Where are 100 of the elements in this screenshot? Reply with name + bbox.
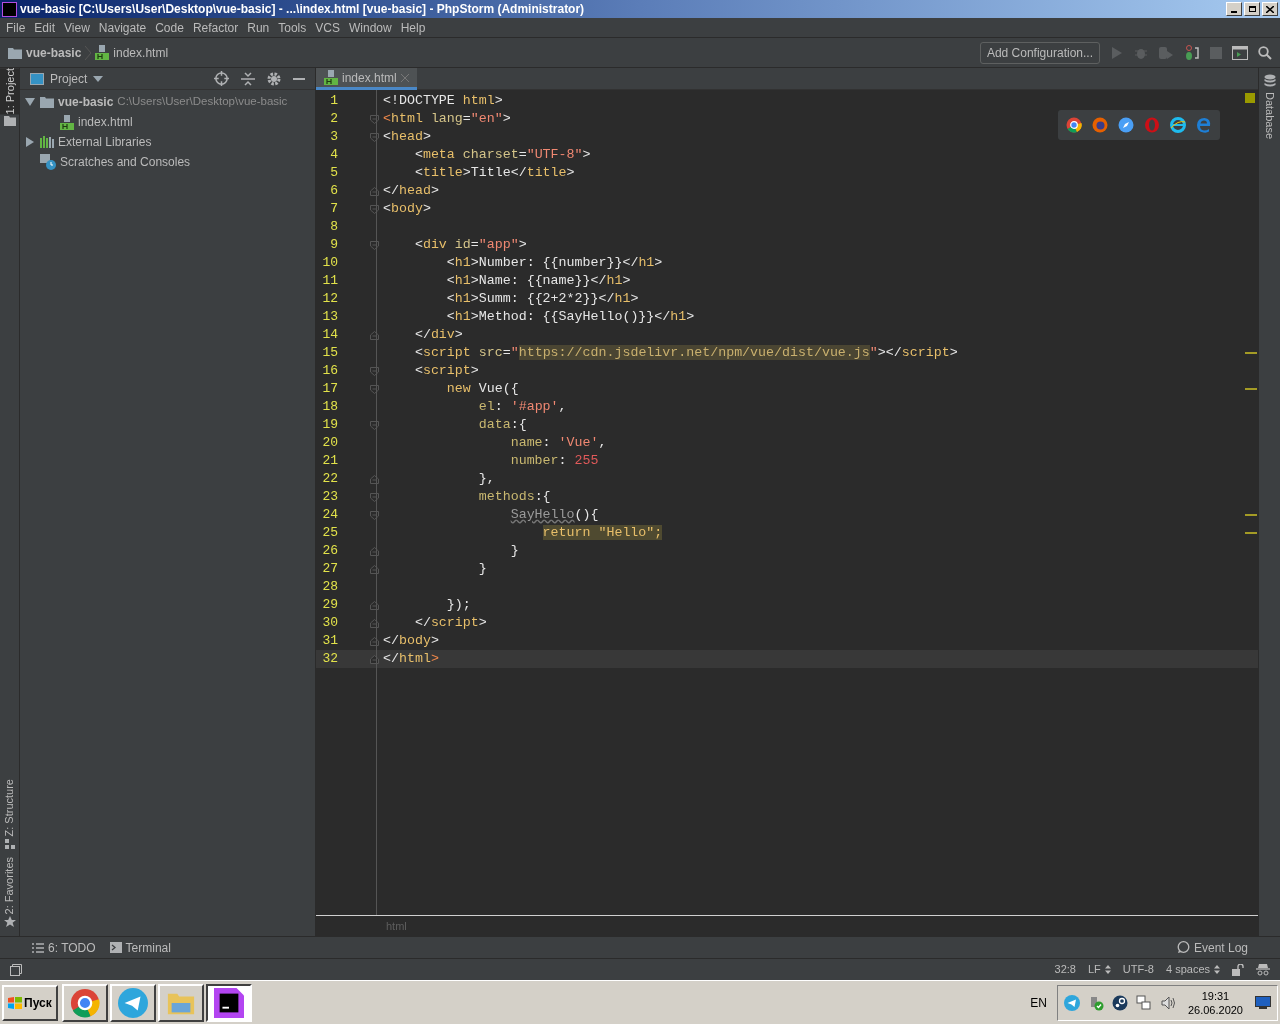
caret-position[interactable]: 32:8	[1054, 961, 1076, 978]
fold-icon[interactable]	[370, 330, 379, 340]
speaker-icon[interactable]	[1159, 994, 1176, 1011]
breadcrumb[interactable]: index.html	[113, 43, 169, 62]
taskbar-button[interactable]	[205, 983, 252, 1022]
up-down-icon[interactable]	[1214, 965, 1220, 974]
browser-icon[interactable]	[1170, 117, 1186, 133]
line-separator[interactable]: LF	[1087, 961, 1101, 978]
debug-listen-icon[interactable]	[1184, 44, 1200, 61]
menu-item[interactable]: File	[2, 18, 30, 37]
line-number: 27	[321, 560, 338, 579]
up-down-icon[interactable]	[1104, 965, 1111, 974]
line-number: 13	[321, 308, 338, 327]
fold-icon[interactable]	[370, 474, 379, 484]
menu-item[interactable]: VCS	[311, 18, 344, 37]
tool-window-tab[interactable]: 2: Favorites	[0, 856, 22, 914]
list-icon	[32, 942, 44, 953]
menu-item[interactable]: Run	[243, 18, 274, 37]
tree-item[interactable]: External Libraries	[58, 133, 152, 151]
minimize-icon[interactable]	[293, 77, 305, 80]
start-button[interactable]: Пуск	[2, 984, 58, 1021]
code-line: data:{	[477, 416, 527, 435]
code-line: <h1>Method: {{SayHello()}}</h1>	[445, 308, 695, 327]
fold-icon[interactable]	[370, 564, 379, 574]
tool-window-tab[interactable]: 1: Project	[0, 68, 20, 115]
line-number: 32	[321, 650, 338, 669]
network-icon[interactable]	[1135, 994, 1152, 1011]
run-icon[interactable]	[1110, 45, 1124, 60]
clock-date[interactable]: 26.06.2020	[1187, 1002, 1243, 1017]
restore-icon[interactable]	[1248, 6, 1256, 12]
fold-icon[interactable]	[370, 492, 379, 502]
menu-item[interactable]: View	[60, 18, 94, 37]
expand-arrow-icon[interactable]	[25, 97, 35, 107]
file-encoding[interactable]: UTF-8	[1122, 961, 1154, 978]
fold-icon[interactable]	[370, 204, 379, 214]
fold-icon[interactable]	[370, 654, 379, 664]
breadcrumb[interactable]: vue-basic	[26, 43, 82, 62]
browser-icon[interactable]	[1066, 117, 1082, 133]
minimize-button[interactable]	[1226, 2, 1242, 16]
line-number: 28	[321, 578, 338, 597]
fold-icon[interactable]	[370, 546, 379, 556]
code-line: </script>	[413, 614, 487, 633]
line-number: 24	[321, 506, 338, 525]
code-line: <div id="app">	[413, 236, 527, 255]
panel-toggle-icon[interactable]	[10, 963, 22, 976]
clock-time[interactable]: 19:31	[1201, 988, 1230, 1003]
menu-item[interactable]: Refactor	[188, 18, 243, 37]
paper-plane-icon[interactable]	[1063, 994, 1080, 1011]
menu-item[interactable]: Edit	[30, 18, 60, 37]
panel-title[interactable]: Project	[50, 69, 88, 88]
fold-icon[interactable]	[370, 132, 379, 142]
desktop-icon[interactable]	[1255, 995, 1271, 1010]
tree-item[interactable]: index.html	[78, 113, 133, 131]
search-icon[interactable]	[1258, 45, 1272, 60]
settings-icon[interactable]	[267, 71, 281, 86]
fold-icon[interactable]	[370, 384, 379, 394]
fold-icon[interactable]	[370, 186, 379, 196]
stop-icon[interactable]	[1210, 46, 1222, 59]
compass-icon[interactable]	[1118, 117, 1134, 133]
indent-setting[interactable]: 4 spaces	[1165, 961, 1210, 978]
fold-icon[interactable]	[370, 618, 379, 628]
window-icon	[30, 72, 44, 85]
close-button[interactable]	[1262, 2, 1278, 16]
add-configuration-button[interactable]: Add Configuration...	[979, 41, 1100, 64]
caret-icon[interactable]	[93, 75, 104, 82]
keyboard-language[interactable]: EN	[1030, 993, 1047, 1012]
tool-window-button[interactable]: 6: TODO	[48, 938, 96, 957]
tool-window-tab[interactable]: Database	[1261, 92, 1278, 140]
code-line: <!DOCTYPE html>	[382, 92, 503, 111]
code-line: </div>	[413, 326, 463, 345]
menu-item[interactable]: Help	[396, 18, 430, 37]
collapse-icon[interactable]	[241, 71, 255, 86]
close-icon[interactable]	[1266, 5, 1274, 13]
fold-icon[interactable]	[370, 240, 379, 250]
menu-item[interactable]: Navigate	[94, 18, 151, 37]
menu-item[interactable]: Code	[151, 18, 188, 37]
fold-icon[interactable]	[370, 636, 379, 646]
tree-item[interactable]: vue-basic	[58, 93, 114, 111]
restore-button[interactable]	[1244, 2, 1260, 16]
fold-icon[interactable]	[370, 600, 379, 610]
window-icon[interactable]	[1232, 45, 1248, 60]
menu-item[interactable]: Window	[344, 18, 396, 37]
line-number: 6	[329, 182, 338, 201]
fold-icon[interactable]	[370, 366, 379, 376]
line-number: 3	[329, 128, 338, 147]
unlock-icon[interactable]	[1232, 963, 1244, 976]
line-number: 1	[329, 92, 338, 111]
fold-icon[interactable]	[370, 510, 379, 520]
folder-icon	[40, 96, 54, 108]
event-log-button[interactable]: Event Log	[1193, 938, 1248, 957]
fold-icon[interactable]	[370, 420, 379, 430]
editor-tab[interactable]: index.html	[316, 68, 417, 90]
expand-arrow-icon[interactable]	[25, 137, 35, 147]
tree-item[interactable]: Scratches and Consoles	[60, 153, 191, 171]
fold-icon[interactable]	[370, 114, 379, 124]
html-file-icon	[324, 70, 338, 85]
locate-icon[interactable]	[214, 71, 229, 86]
menu-item[interactable]: Tools	[274, 18, 311, 37]
tool-window-tab[interactable]: Z: Structure	[0, 779, 22, 837]
tool-window-button[interactable]: Terminal	[125, 938, 171, 957]
